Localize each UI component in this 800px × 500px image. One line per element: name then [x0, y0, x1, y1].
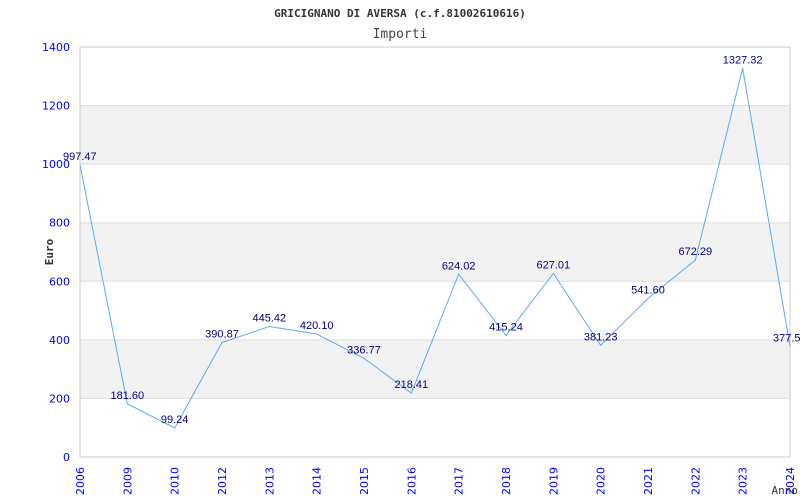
data-point — [647, 297, 649, 299]
data-label: 381.23 — [584, 331, 618, 343]
x-tick-label: 2015 — [358, 467, 371, 495]
y-tick-label: 600 — [49, 275, 70, 288]
x-tick-label: 2016 — [405, 467, 418, 495]
data-label: 672.29 — [679, 246, 713, 258]
data-label: 445.42 — [253, 313, 287, 325]
chart-subtitle: Importi — [373, 27, 428, 42]
y-tick-label: 400 — [49, 334, 70, 347]
data-label: 415.24 — [489, 321, 523, 333]
data-label: 627.01 — [537, 259, 571, 271]
x-tick-label: 2020 — [595, 467, 608, 495]
data-point — [505, 334, 507, 336]
data-label: 336.77 — [347, 344, 381, 356]
x-tick-label: 2010 — [169, 467, 182, 495]
data-point — [316, 333, 318, 335]
y-tick-label: 200 — [49, 392, 70, 405]
data-point — [789, 345, 791, 347]
x-tick-label: 2017 — [453, 467, 466, 495]
x-tick-label: 2023 — [737, 467, 750, 495]
data-label: 390.87 — [205, 329, 239, 341]
y-tick-label: 1200 — [42, 100, 70, 113]
data-point — [694, 259, 696, 261]
x-tick-label: 2019 — [547, 467, 560, 495]
data-label: 1327.32 — [723, 54, 763, 66]
data-point — [79, 164, 81, 166]
data-label: 218.41 — [395, 379, 429, 391]
x-tick-label: 2009 — [121, 467, 134, 495]
x-tick-label: 2024 — [784, 467, 797, 495]
data-label: 377.5 — [773, 332, 800, 344]
chart-title: GRICIGNANO DI AVERSA (c.f.81002610616) — [274, 7, 526, 20]
data-label: 624.02 — [442, 260, 476, 272]
data-point — [221, 342, 223, 344]
data-point — [174, 427, 176, 429]
y-tick-label: 0 — [63, 451, 70, 464]
x-tick-label: 2014 — [311, 467, 324, 495]
y-tick-label: 800 — [49, 217, 70, 230]
data-label: 181.60 — [111, 390, 145, 402]
x-tick-label: 2018 — [500, 467, 513, 495]
x-tick-label: 2012 — [216, 467, 229, 495]
x-tick-label: 2006 — [74, 467, 87, 495]
data-label: 541.60 — [631, 284, 665, 296]
y-axis-label: Euro — [43, 238, 56, 265]
data-point — [600, 344, 602, 346]
data-point — [363, 357, 365, 359]
grid-band — [80, 339, 790, 399]
grid-band — [80, 105, 790, 165]
line-chart: GRICIGNANO DI AVERSA (c.f.81002610616) I… — [42, 7, 800, 497]
data-point — [458, 273, 460, 275]
y-tick-label: 1400 — [42, 41, 70, 54]
x-tick-label: 2022 — [689, 467, 702, 495]
data-label: 99.24 — [161, 414, 189, 426]
data-point — [410, 392, 412, 394]
x-tick-label: 2013 — [263, 467, 276, 495]
data-label: 420.10 — [300, 320, 334, 332]
data-point — [268, 326, 270, 328]
x-tick-label: 2021 — [642, 467, 655, 495]
data-point — [742, 67, 744, 69]
data-point — [552, 272, 554, 274]
data-label: 997.47 — [63, 151, 97, 163]
data-point — [126, 403, 128, 405]
